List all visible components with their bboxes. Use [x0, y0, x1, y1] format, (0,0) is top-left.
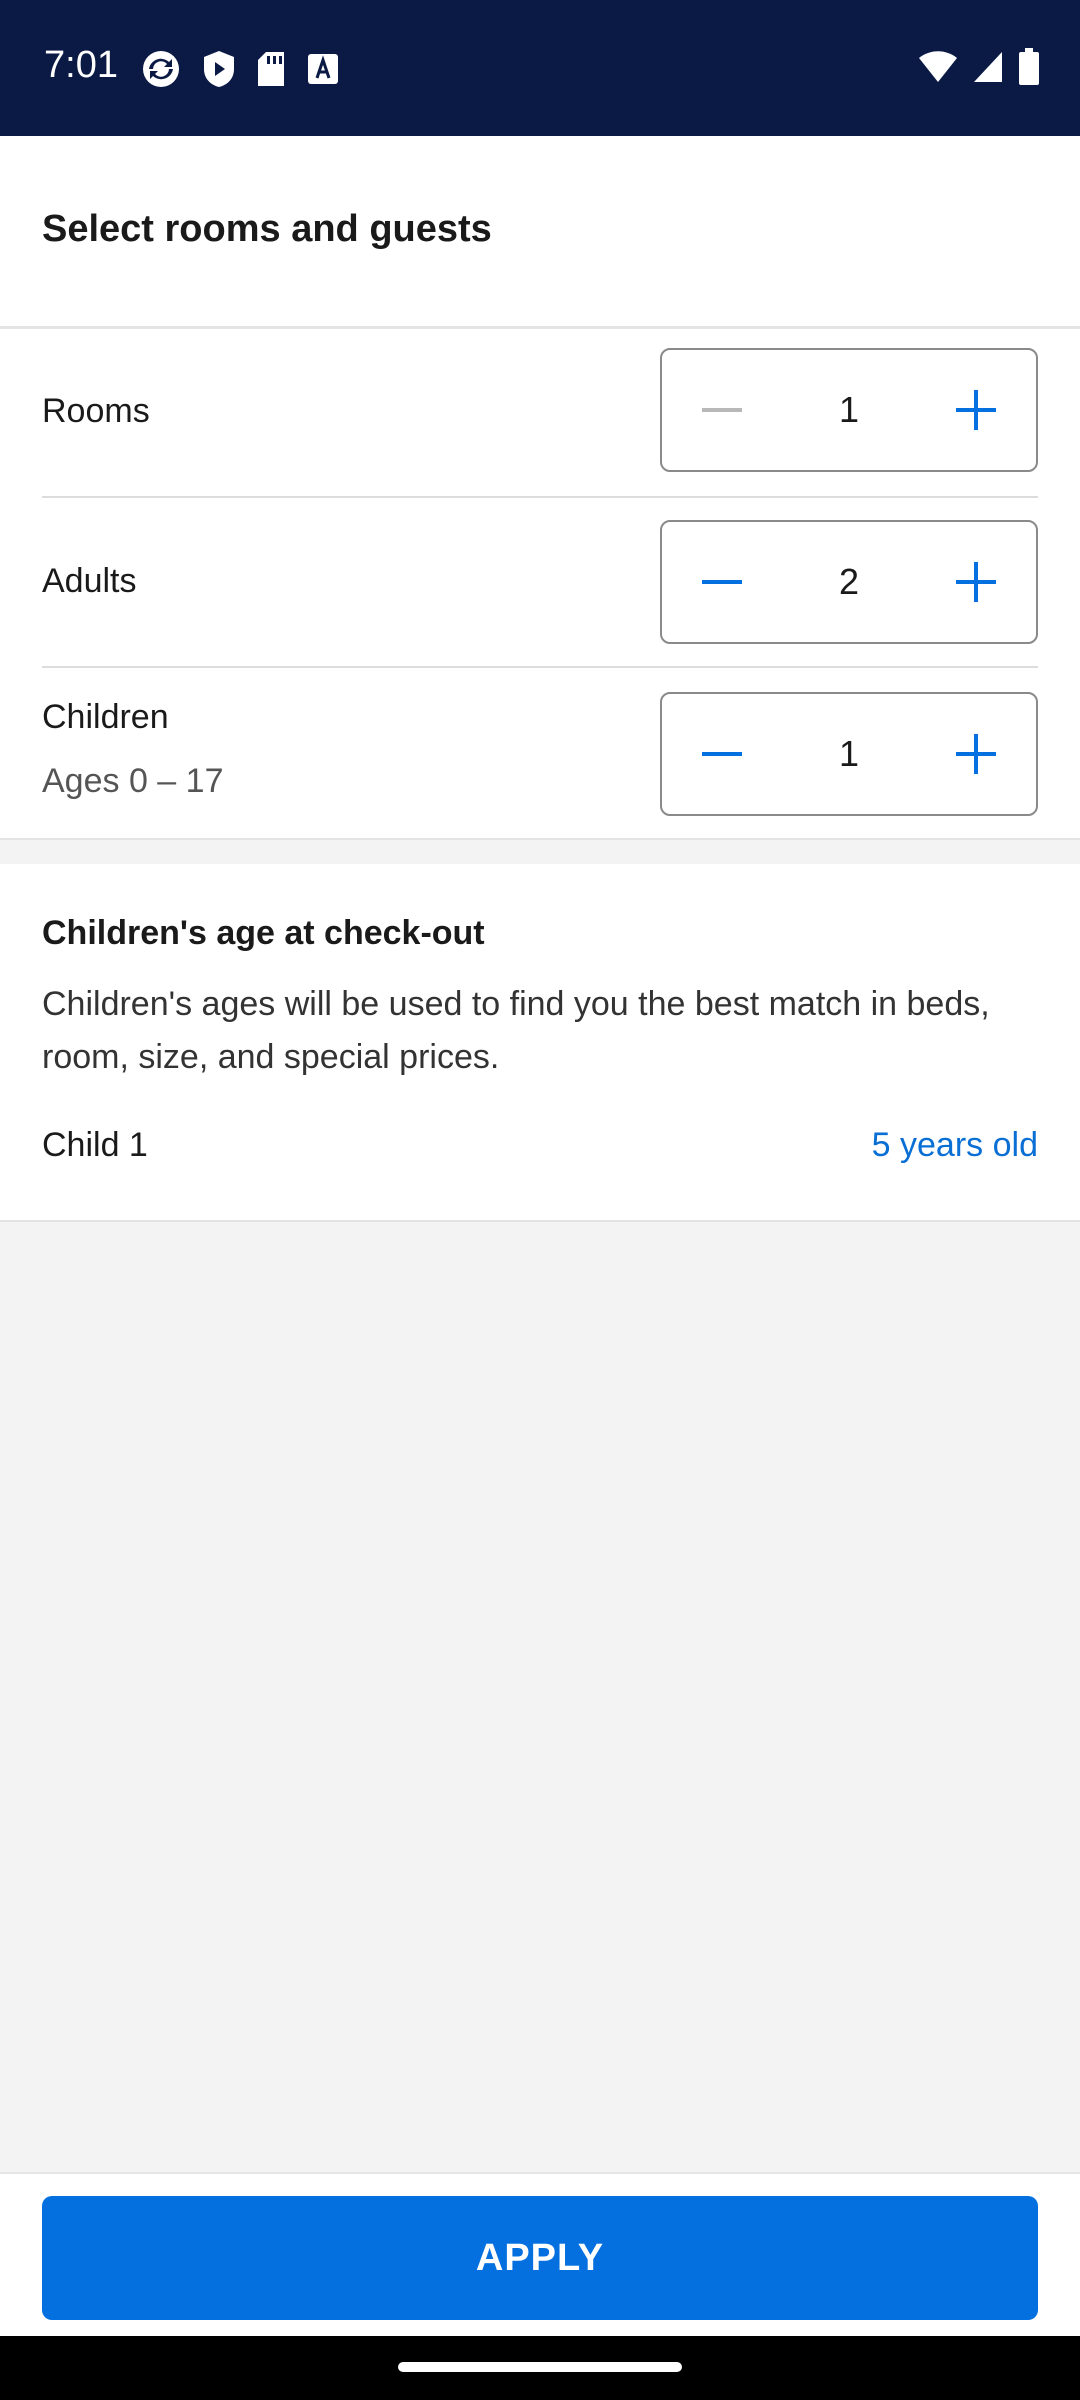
gesture-nav-bar	[0, 2336, 1080, 2400]
plus-icon	[956, 734, 996, 774]
status-icons-right	[918, 48, 1040, 86]
child-age-row[interactable]: Child 1 5 years old	[0, 1126, 1080, 1206]
children-age-title: Children's age at check-out	[42, 914, 485, 952]
font-icon	[308, 54, 338, 84]
sync-icon	[143, 51, 179, 87]
signal-icon	[974, 52, 1002, 82]
children-age-range: Ages 0 – 17	[42, 762, 224, 800]
rooms-label: Rooms	[42, 392, 150, 430]
children-increment-button[interactable]	[916, 694, 1036, 814]
page-title: Select rooms and guests	[42, 208, 492, 250]
status-icons-left	[140, 48, 340, 90]
bottom-action-bar: APPLY	[0, 2172, 1080, 2336]
status-time: 7:01	[44, 44, 118, 86]
children-row: Children Ages 0 – 17 1	[0, 668, 1080, 838]
battery-icon	[1019, 48, 1039, 85]
apply-button[interactable]: APPLY	[42, 2196, 1038, 2320]
children-age-description: Children's ages will be used to find you…	[42, 985, 990, 1076]
rooms-guests-sheet: Select rooms and guests Rooms 1 Adults 2…	[0, 136, 1080, 838]
sd-card-icon	[258, 52, 284, 86]
child-age-selector[interactable]: 5 years old	[872, 1126, 1038, 1165]
status-bar: 7:01	[0, 0, 1080, 136]
rooms-stepper: 1	[660, 348, 1038, 472]
adults-decrement-button[interactable]	[662, 522, 782, 642]
minus-icon	[702, 580, 742, 584]
shield-play-icon	[204, 51, 234, 87]
children-stepper: 1	[660, 692, 1038, 816]
rooms-value: 1	[838, 389, 860, 430]
rooms-decrement-button[interactable]	[662, 350, 782, 470]
minus-icon	[702, 752, 742, 756]
children-label: Children	[42, 698, 169, 736]
adults-stepper: 2	[660, 520, 1038, 644]
plus-icon	[956, 390, 996, 430]
rooms-row: Rooms 1	[0, 328, 1080, 498]
wifi-icon	[919, 51, 957, 82]
adults-row: Adults 2	[0, 498, 1080, 668]
minus-icon	[702, 408, 742, 412]
plus-icon	[956, 562, 996, 602]
children-age-section: Children's age at check-out Children's a…	[0, 864, 1080, 1222]
child-label: Child 1	[42, 1126, 148, 1164]
children-value: 1	[838, 733, 860, 774]
adults-increment-button[interactable]	[916, 522, 1036, 642]
adults-value: 2	[838, 561, 860, 602]
section-gap	[0, 838, 1080, 864]
children-decrement-button[interactable]	[662, 694, 782, 814]
adults-label: Adults	[42, 562, 137, 600]
rooms-increment-button[interactable]	[916, 350, 1036, 470]
home-handle[interactable]	[398, 2362, 682, 2372]
